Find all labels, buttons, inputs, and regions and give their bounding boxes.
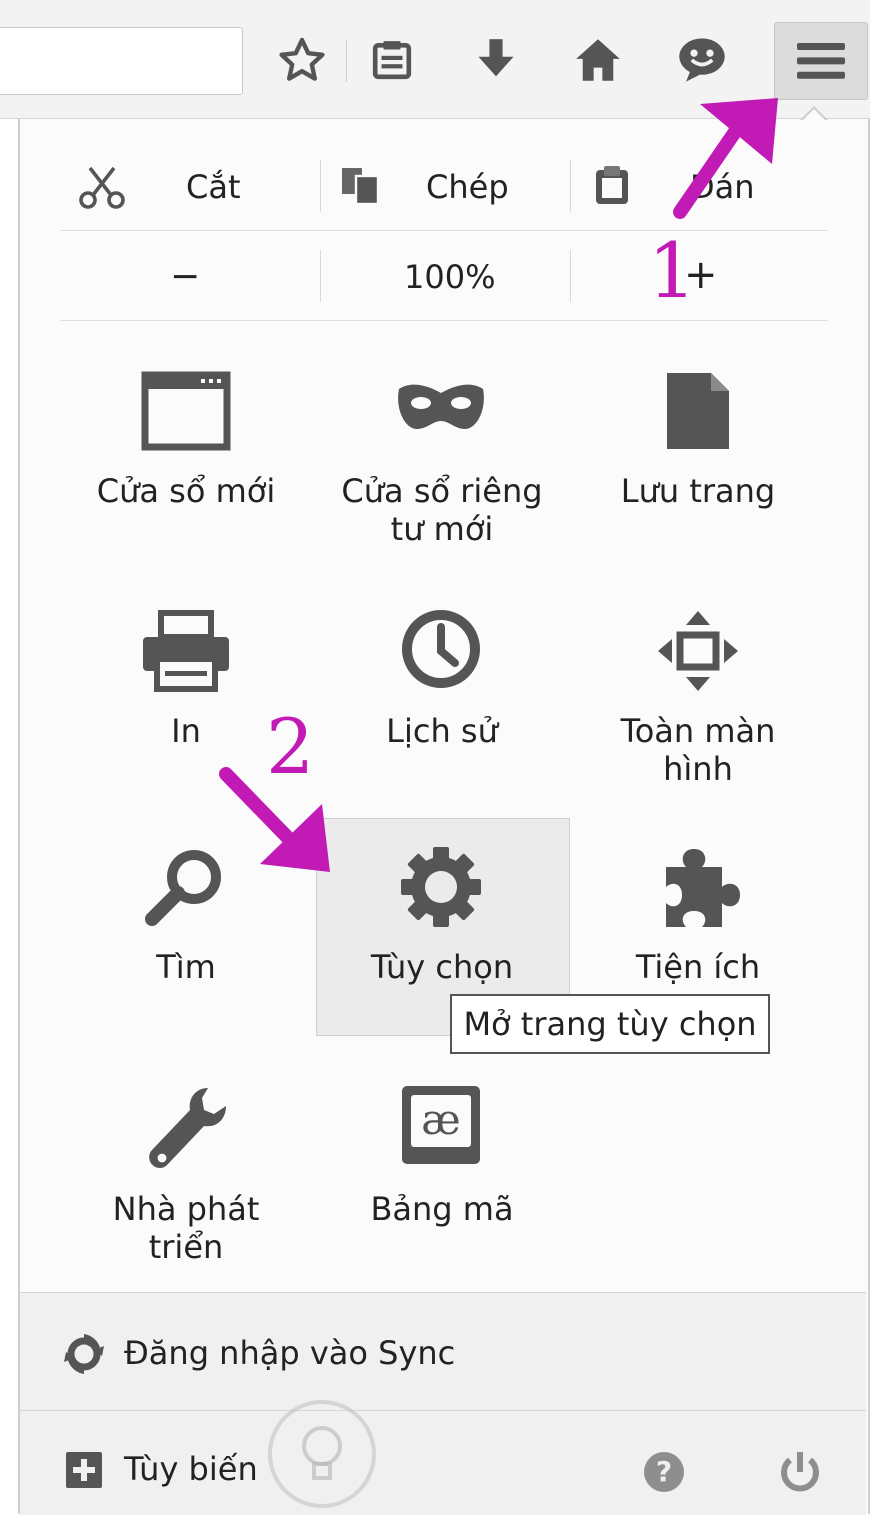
customize-button[interactable]: Tùy biến bbox=[124, 1450, 258, 1488]
annotation-step-1: 1 bbox=[648, 226, 697, 315]
encoding-glyph: æ bbox=[411, 1095, 471, 1147]
gear-icon bbox=[386, 832, 496, 942]
private-window-button[interactable]: Cửa sổ riêng tư mới bbox=[322, 472, 562, 548]
new-window-icon bbox=[131, 356, 241, 466]
zoom-out-button[interactable]: − bbox=[170, 256, 200, 297]
history-icon bbox=[386, 594, 496, 704]
fullscreen-button[interactable]: Toàn màn hình bbox=[578, 712, 818, 788]
download-icon[interactable] bbox=[466, 30, 526, 90]
options-button[interactable]: Tùy chọn bbox=[322, 948, 562, 986]
print-label: In bbox=[171, 712, 201, 750]
fullscreen-label-line2: hình bbox=[663, 750, 733, 788]
zoom-separator-2 bbox=[570, 250, 571, 302]
help-button[interactable]: ? bbox=[644, 1452, 684, 1492]
lightbulb-logo-icon bbox=[268, 1400, 376, 1508]
toolbar-separator bbox=[346, 40, 347, 82]
save-page-label: Lưu trang bbox=[620, 472, 776, 510]
developer-label-line1: Nhà phát bbox=[112, 1190, 260, 1228]
save-page-icon bbox=[643, 356, 753, 466]
private-window-label-line2: tư mới bbox=[390, 510, 494, 548]
history-label: Lịch sử bbox=[386, 712, 498, 750]
new-window-label: Cửa sổ mới bbox=[96, 472, 276, 510]
edit-separator-1 bbox=[320, 160, 321, 212]
power-icon[interactable] bbox=[778, 1450, 822, 1498]
annotation-arrow-1 bbox=[673, 98, 778, 219]
bookmarks-list-icon[interactable] bbox=[362, 30, 422, 90]
find-label: Tìm bbox=[156, 948, 216, 986]
addons-label: Tiện ích bbox=[635, 948, 761, 986]
fullscreen-label-line1: Toàn màn bbox=[620, 712, 776, 750]
wrench-icon bbox=[131, 1074, 241, 1184]
encoding-button[interactable]: Bảng mã bbox=[322, 1190, 562, 1228]
cut-icon bbox=[78, 166, 126, 214]
copy-button[interactable]: Chép bbox=[426, 168, 509, 206]
cut-button[interactable]: Cắt bbox=[186, 168, 241, 206]
addons-button[interactable]: Tiện ích bbox=[578, 948, 818, 986]
encoding-icon: æ bbox=[402, 1086, 480, 1164]
plus-icon bbox=[66, 1452, 102, 1488]
find-button[interactable]: Tìm bbox=[66, 948, 306, 986]
puzzle-icon bbox=[643, 832, 753, 942]
copy-icon bbox=[340, 166, 382, 210]
developer-button[interactable]: Nhà phát triển bbox=[66, 1190, 306, 1266]
options-tooltip: Mở trang tùy chọn bbox=[450, 994, 770, 1054]
edit-separator-2 bbox=[570, 160, 571, 212]
zoom-separator-1 bbox=[320, 250, 321, 302]
print-icon bbox=[131, 596, 241, 706]
annotation-step-2: 2 bbox=[266, 702, 315, 791]
save-page-button[interactable]: Lưu trang bbox=[578, 472, 818, 510]
fullscreen-icon bbox=[643, 596, 753, 706]
history-button[interactable]: Lịch sử bbox=[322, 712, 562, 750]
private-window-icon bbox=[386, 352, 496, 462]
star-icon[interactable] bbox=[272, 30, 332, 90]
encoding-label: Bảng mã bbox=[370, 1190, 514, 1228]
sync-signin-label[interactable]: Đăng nhập vào Sync bbox=[124, 1334, 455, 1372]
options-label: Tùy chọn bbox=[370, 948, 514, 986]
sync-icon bbox=[64, 1334, 104, 1378]
developer-label-line2: triển bbox=[148, 1228, 224, 1266]
search-input[interactable] bbox=[0, 27, 243, 95]
zoom-reset-button[interactable]: 100% bbox=[404, 258, 495, 296]
hamburger-menu-icon bbox=[797, 43, 845, 79]
private-window-label-line1: Cửa sổ riêng bbox=[341, 472, 543, 510]
divider bbox=[60, 320, 828, 321]
new-window-button[interactable]: Cửa sổ mới bbox=[66, 472, 306, 510]
